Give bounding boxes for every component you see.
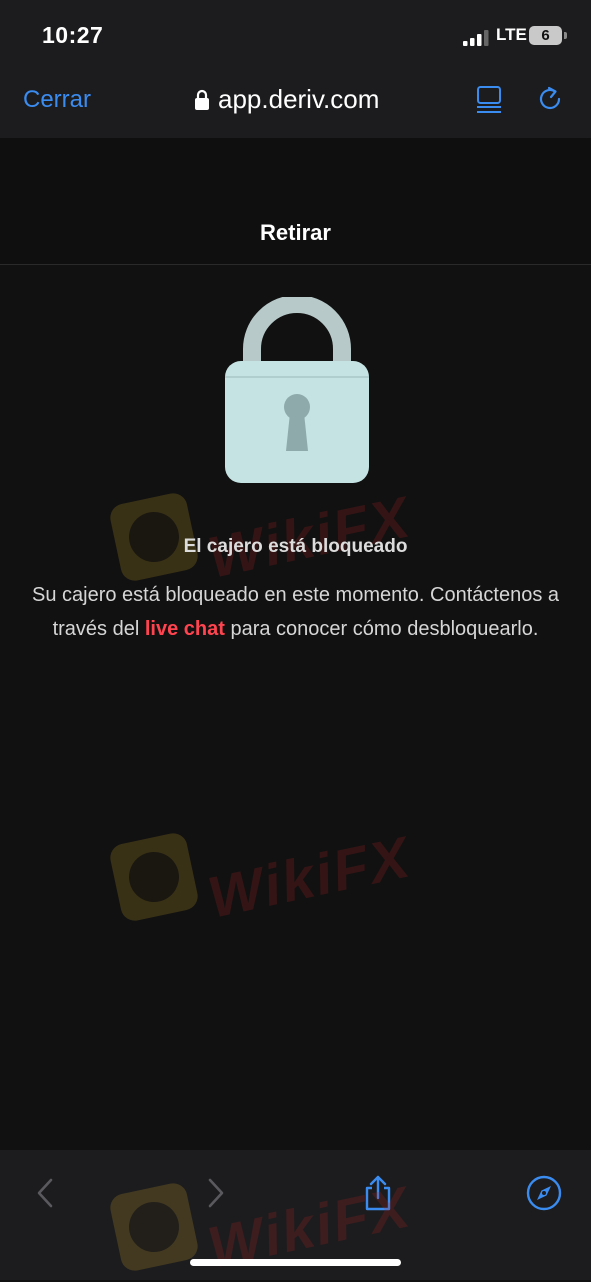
share-icon[interactable]	[359, 1174, 397, 1212]
message-text: para conocer cómo desbloquearlo.	[230, 618, 539, 640]
forward-icon[interactable]	[196, 1174, 234, 1212]
home-indicator[interactable]	[190, 1259, 401, 1266]
page-header: Retirar	[0, 138, 591, 265]
battery-tip	[564, 32, 567, 39]
watermark: WikiFX	[107, 484, 445, 591]
url-bar[interactable]: app.deriv.com	[194, 84, 379, 115]
reload-icon[interactable]	[535, 84, 565, 114]
locked-title: El cajero está bloqueado	[183, 536, 408, 557]
clock: 10:27	[42, 22, 104, 48]
locked-message: Su cajero está bloqueado en este momento…	[25, 578, 566, 646]
watermark: WikiFX	[107, 824, 445, 931]
reader-icon[interactable]	[474, 84, 504, 114]
url-text: app.deriv.com	[218, 84, 380, 114]
live-chat-link[interactable]: live chat	[145, 618, 225, 640]
compass-icon[interactable]	[525, 1174, 563, 1212]
lock-icon	[195, 89, 209, 110]
back-icon[interactable]	[27, 1174, 65, 1212]
network-type: LTE	[496, 25, 527, 44]
page-title: Retirar	[260, 220, 331, 245]
browser-toolbar: Cerrar app.deriv.com	[0, 72, 591, 138]
signal-icon	[463, 30, 489, 46]
watermark-emblem-icon	[107, 830, 201, 924]
battery-icon: 6	[529, 26, 562, 45]
watermark-text: WikiFX	[202, 824, 417, 931]
close-button[interactable]: Cerrar	[23, 86, 91, 114]
padlock-icon	[225, 297, 369, 483]
status-bar: 10:27 LTE 6	[0, 0, 591, 72]
